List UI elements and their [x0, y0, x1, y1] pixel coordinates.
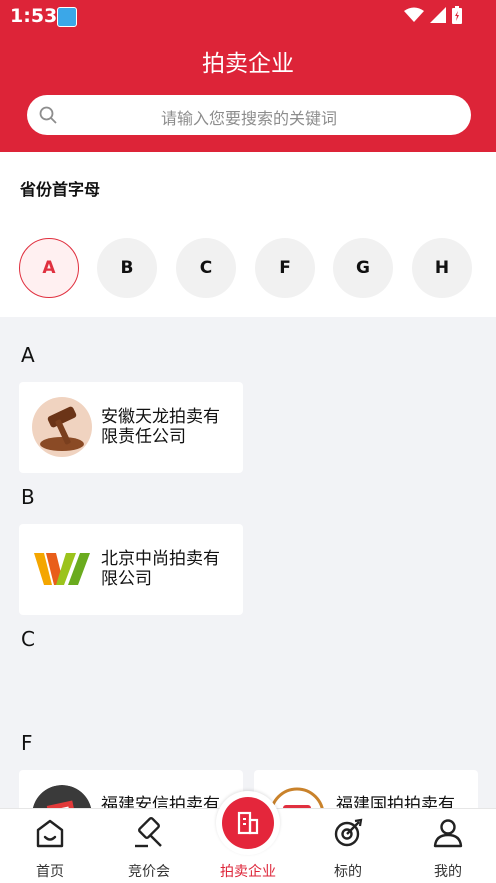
letter-button-h[interactable]: H — [412, 238, 472, 298]
user-icon — [430, 815, 466, 855]
tab-auction-companies[interactable]: 拍卖企业 — [208, 791, 288, 883]
signal-icon — [430, 7, 446, 27]
wifi-icon — [404, 7, 424, 27]
letter-button-f[interactable]: F — [255, 238, 315, 298]
letter-button-c[interactable]: C — [176, 238, 236, 298]
letter-button-b[interactable]: B — [97, 238, 157, 298]
section-header-c: C — [21, 627, 35, 651]
letter-button-a[interactable]: A — [19, 238, 79, 298]
tab-targets[interactable]: 标的 — [308, 809, 388, 883]
company-logo — [32, 397, 92, 457]
center-tab-button-fill — [222, 797, 274, 849]
header: 1:53 拍卖企业 请输入您要搜索的关键词 — [0, 0, 496, 152]
target-icon — [330, 815, 366, 855]
center-tab-button — [216, 791, 280, 855]
home-icon — [32, 815, 68, 855]
tab-label: 竞价会 — [128, 864, 170, 880]
battery-icon — [452, 6, 462, 28]
company-name: 安徽天龙拍卖有限责任公司 — [101, 407, 220, 447]
page-title: 拍卖企业 — [202, 51, 294, 77]
section-header-b: B — [21, 485, 35, 509]
filter-title: 省份首字母 — [20, 180, 101, 199]
gavel-icon — [131, 815, 167, 855]
section-header-a: A — [21, 343, 35, 367]
status-time: 1:53 — [10, 5, 58, 27]
app-notification-icon — [57, 7, 77, 27]
tab-label: 拍卖企业 — [220, 864, 276, 880]
tab-label: 我的 — [434, 864, 462, 880]
tab-bidding[interactable]: 竞价会 — [109, 809, 189, 883]
tab-profile[interactable]: 我的 — [408, 809, 488, 883]
province-filter-panel: 省份首字母 A B C F G H — [0, 152, 496, 317]
tab-home[interactable]: 首页 — [10, 809, 90, 883]
company-card[interactable]: 北京中尚拍卖有限公司 — [19, 524, 243, 615]
company-logo — [32, 539, 92, 599]
bottom-tab-bar: 首页 竞价会 拍卖企业 标的 我的 — [0, 791, 496, 883]
search-input[interactable]: 请输入您要搜索的关键词 — [27, 95, 471, 135]
building-icon — [234, 809, 262, 841]
letter-button-g[interactable]: G — [333, 238, 393, 298]
company-name: 北京中尚拍卖有限公司 — [101, 549, 220, 589]
tab-label: 首页 — [36, 864, 64, 880]
status-indicators — [404, 6, 462, 28]
tab-label: 标的 — [334, 864, 362, 880]
section-header-f: F — [21, 731, 33, 755]
status-bar: 1:53 — [0, 0, 496, 34]
search-placeholder: 请输入您要搜索的关键词 — [160, 109, 337, 128]
company-card[interactable]: 安徽天龙拍卖有限责任公司 — [19, 382, 243, 473]
